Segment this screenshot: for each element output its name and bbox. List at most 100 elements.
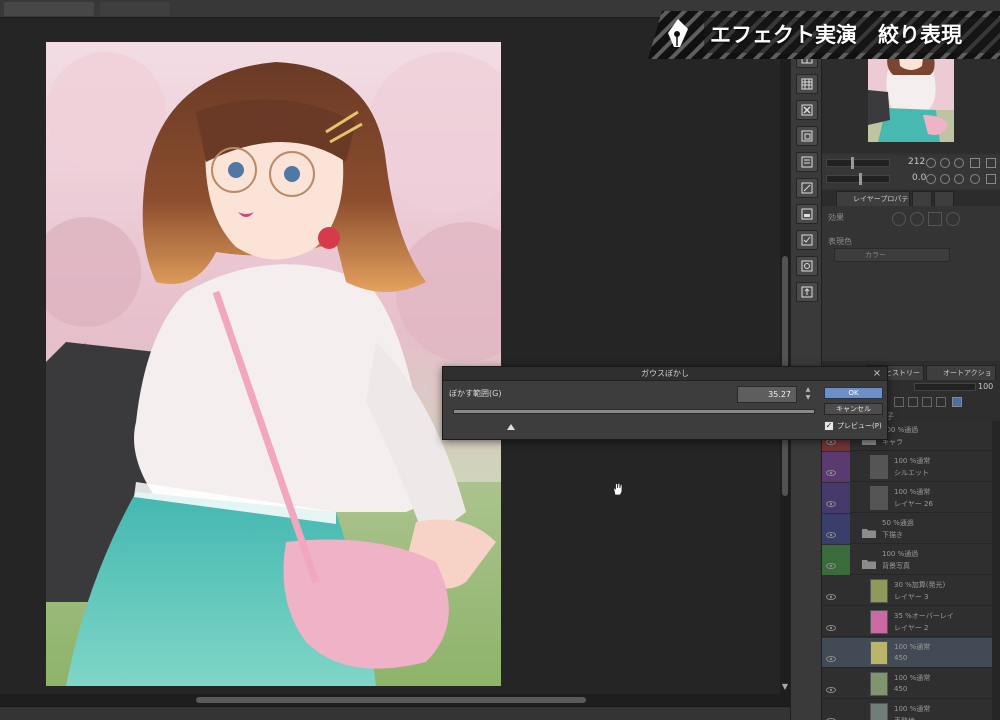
effect-buttons[interactable]	[892, 212, 988, 226]
blur-spinner-icon[interactable]: ▲ ▼	[803, 386, 813, 403]
artwork-illustration	[46, 42, 501, 686]
tab-auto-action[interactable]: オートアクション	[926, 365, 996, 391]
document-tab-secondary[interactable]	[100, 2, 170, 16]
layer-blend-mode: 30 %加算(発光)	[894, 581, 946, 589]
opacity-slider[interactable]	[914, 383, 976, 391]
expression-color-value: カラー	[865, 251, 886, 259]
layer-name: 表路地	[894, 716, 915, 720]
layer-name: 450	[894, 685, 908, 693]
rotation-down-icon[interactable]	[970, 174, 980, 184]
rotate-left-icon[interactable]	[926, 174, 936, 184]
delete-layer-icon[interactable]	[796, 100, 818, 120]
layer-name: 背景写真	[882, 562, 910, 570]
folder-icon[interactable]	[862, 554, 876, 569]
layer-thumbnail[interactable]	[870, 579, 888, 603]
eye-icon[interactable]	[826, 586, 836, 600]
layer-thumbnail[interactable]	[870, 703, 888, 720]
eye-icon[interactable]	[826, 555, 836, 569]
eye-icon[interactable]	[826, 524, 836, 538]
ok-button[interactable]: OK	[824, 387, 883, 399]
layer-blend-mode: 50 %通過	[882, 519, 914, 527]
canvas-area[interactable]	[0, 18, 790, 712]
copy-icon[interactable]	[796, 126, 818, 146]
opacity-value: 100	[978, 382, 994, 391]
flip-horizontal-icon[interactable]	[986, 174, 996, 184]
layer-thumbnail[interactable]	[870, 641, 888, 665]
rotation-slider[interactable]	[826, 173, 890, 185]
tab-secondary[interactable]	[912, 191, 932, 206]
hand-cursor-icon	[611, 481, 625, 496]
layer-tool-icons[interactable]	[894, 397, 994, 409]
tab-layer-property[interactable]: レイヤープロパティ	[836, 191, 910, 217]
reset-rotation-icon[interactable]	[954, 174, 964, 184]
tab-history-label: ヒストリー	[885, 369, 920, 377]
layer-row[interactable]: 100 %通常 450	[822, 638, 992, 668]
layer-blend-mode: 100 %通常	[894, 457, 931, 465]
folder-icon[interactable]	[862, 523, 876, 538]
layer-list: 100 %通過 キャラ 100 %通常 シルエット 100 %通常 レイヤー 26 50 %…	[822, 421, 1000, 720]
blur-range-input[interactable]: 35.27	[737, 386, 797, 403]
check-icon[interactable]	[796, 230, 818, 250]
expression-color-select[interactable]: カラー	[834, 248, 950, 262]
navigator-controls: 212 0.0	[822, 155, 1000, 189]
layer-blend-mode: 100 %通常	[894, 488, 931, 496]
layer-name: シルエット	[894, 469, 929, 477]
eye-icon[interactable]	[826, 617, 836, 631]
rotate-right-icon[interactable]	[940, 174, 950, 184]
layer-row[interactable]: 100 %通常 シルエット	[822, 452, 992, 482]
scroll-down-arrow-icon[interactable]: ▼	[780, 682, 790, 692]
effect-label: 効果	[828, 213, 844, 222]
gaussian-blur-dialog: ガウスぼかし × ぼかす範囲(G) 35.27 ▲ ▼ OK キャンセル ✓ プレ…	[442, 366, 888, 440]
canvas-artwork[interactable]	[46, 42, 501, 686]
close-icon[interactable]: ×	[871, 368, 883, 380]
layer-row[interactable]: 100 %通常 450	[822, 669, 992, 699]
layer-blend-mode: 100 %通常	[894, 643, 931, 651]
actual-size-icon[interactable]	[986, 158, 996, 168]
layer-folder-row[interactable]: 100 %通過 背景写真	[822, 545, 992, 575]
layer-row[interactable]: 100 %通常 レイヤー 26	[822, 483, 992, 513]
rotation-value: 0.0	[912, 173, 927, 183]
zoom-value: 212	[908, 157, 926, 167]
eye-icon[interactable]	[826, 679, 836, 693]
layer-thumbnail[interactable]	[870, 486, 888, 510]
banner-title: エフェクト実演 絞り表現	[710, 23, 962, 47]
layer-thumbnail[interactable]	[870, 455, 888, 479]
layer-folder-row[interactable]: 50 %通過 下描き	[822, 514, 992, 544]
layer-thumbnail[interactable]	[870, 672, 888, 696]
layer-row[interactable]: 30 %加算(発光) レイヤー 3	[822, 576, 992, 606]
preview-toggle[interactable]: ✓ プレビュー(P)	[824, 420, 886, 433]
property-tab-strip: レイヤープロパティ	[822, 190, 1000, 217]
eye-icon[interactable]	[826, 710, 836, 720]
transform-icon[interactable]	[796, 178, 818, 198]
table-icon[interactable]	[796, 74, 818, 94]
zoom-out-icon[interactable]	[926, 158, 936, 168]
fit-icon[interactable]	[954, 158, 964, 168]
layer-thumbnail[interactable]	[870, 610, 888, 634]
layer-row[interactable]: 35 %オーバーレイ レイヤー 2	[822, 607, 992, 637]
camera-icon[interactable]	[796, 256, 818, 276]
zoom-in-icon[interactable]	[940, 158, 950, 168]
paste-icon[interactable]	[796, 152, 818, 172]
tab-tertiary[interactable]	[934, 191, 954, 206]
canvas-horizontal-scrollbar[interactable]	[0, 694, 790, 706]
clip-studio-window: ▼ 212 0.0 レイヤープロパテ 効果 表現色 カラー ヒストリー オートア…	[0, 0, 1000, 720]
fill-icon[interactable]	[796, 204, 818, 224]
pen-nib-icon	[658, 15, 698, 55]
eye-icon[interactable]	[826, 493, 836, 507]
layer-name: レイヤー 3	[894, 593, 929, 601]
cancel-button[interactable]: キャンセル	[824, 403, 883, 415]
preview-checkbox[interactable]: ✓	[824, 421, 834, 431]
preview-label: プレビュー(P)	[837, 422, 882, 430]
layer-list-scrollbar[interactable]	[992, 421, 1000, 720]
document-tab[interactable]	[4, 2, 94, 16]
blur-range-slider[interactable]	[453, 409, 815, 414]
slider-handle-icon[interactable]	[507, 415, 515, 430]
fullscreen-icon[interactable]	[970, 158, 980, 168]
layer-name: レイヤー 26	[894, 500, 933, 508]
zoom-slider[interactable]	[826, 157, 890, 169]
eye-icon[interactable]	[826, 462, 836, 476]
eye-icon[interactable]	[826, 648, 836, 662]
export-icon[interactable]	[796, 282, 818, 302]
layer-row[interactable]: 100 %通常表路地	[822, 700, 992, 720]
dialog-titlebar[interactable]: ガウスぼかし ×	[443, 367, 887, 381]
